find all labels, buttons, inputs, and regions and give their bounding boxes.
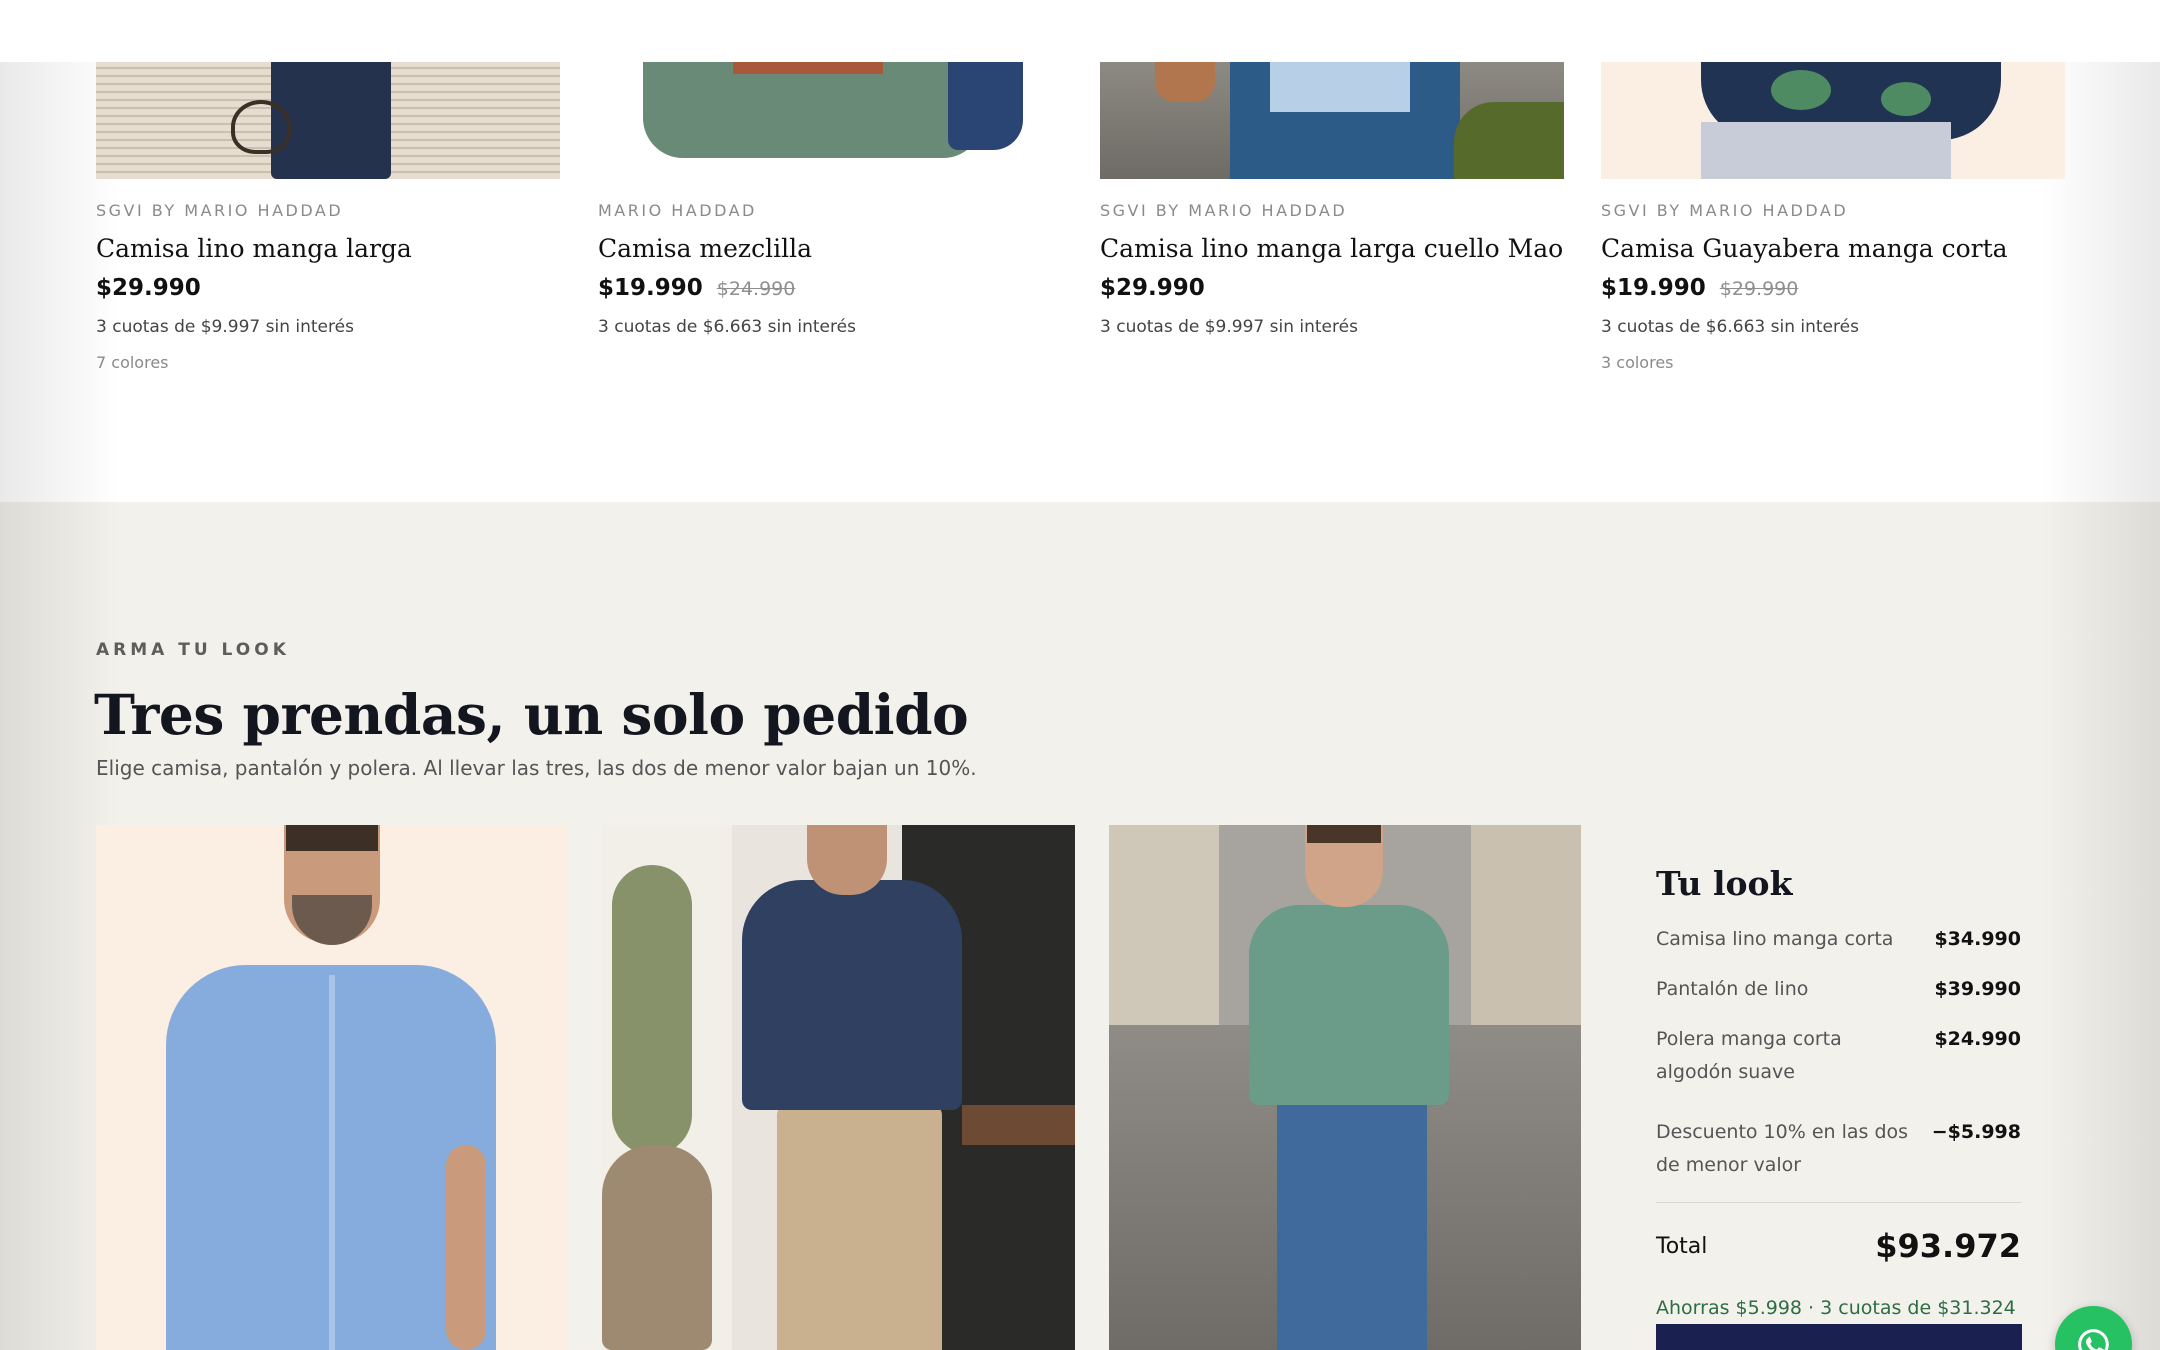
summary-total: Total $93.972 (1656, 1227, 2021, 1265)
look-option-shirt[interactable] (96, 825, 567, 1350)
product-card[interactable]: SGVI BY MARIO HADDAD Camisa lino manga l… (96, 62, 560, 372)
summary-discount-line: Descuento 10% en las dos de menor valor … (1656, 1116, 2021, 1182)
product-colors: 7 colores (96, 353, 169, 372)
product-card[interactable]: MARIO HADDAD Camisa mezclilla $19.990 $2… (598, 62, 1062, 337)
product-installments: 3 cuotas de $6.663 sin interés (598, 317, 856, 337)
product-brand: MARIO HADDAD (598, 201, 757, 220)
look-option-pants[interactable] (602, 825, 1075, 1350)
look-summary: Tu look Camisa lino manga corta $34.990 … (1656, 864, 2021, 1319)
product-installments: 3 cuotas de $6.663 sin interés (1601, 317, 1859, 337)
product-brand: SGVI BY MARIO HADDAD (96, 201, 344, 220)
summary-heading: Tu look (1656, 864, 1793, 903)
product-price: $19.990 (1601, 275, 1706, 301)
section-eyebrow: ARMA TU LOOK (96, 640, 290, 660)
summary-line-label: Descuento 10% en las dos de menor valor (1656, 1121, 1909, 1176)
savings-text: Ahorras $5.998 · 3 cuotas de $31.324 (1656, 1297, 2016, 1319)
total-value: $93.972 (1875, 1227, 2021, 1265)
section-subtitle: Elige camisa, pantalón y polera. Al llev… (96, 756, 977, 780)
product-name[interactable]: Camisa lino manga larga cuello Mao (1100, 234, 1564, 263)
product-old-price: $24.990 (716, 278, 796, 300)
build-your-look-section: ARMA TU LOOK Tres prendas, un solo pedid… (0, 502, 2160, 1350)
add-look-button[interactable] (1656, 1324, 2022, 1350)
product-image[interactable] (1100, 62, 1564, 179)
product-price: $19.990 (598, 275, 703, 301)
site-header (0, 0, 2160, 62)
product-image[interactable] (1601, 62, 2065, 179)
product-image[interactable] (598, 62, 1062, 179)
summary-line-value: $39.990 (1934, 978, 2021, 1000)
product-card[interactable]: SGVI BY MARIO HADDAD Camisa Guayabera ma… (1601, 62, 2065, 372)
product-brand: SGVI BY MARIO HADDAD (1100, 201, 1348, 220)
summary-line: Camisa lino manga corta $34.990 (1656, 923, 2021, 956)
product-old-price: $29.990 (1719, 278, 1799, 300)
product-installments: 3 cuotas de $9.997 sin interés (96, 317, 354, 337)
section-title: Tres prendas, un solo pedido (94, 682, 969, 747)
summary-line-label: Pantalón de lino (1656, 978, 1809, 1000)
product-name[interactable]: Camisa lino manga larga (96, 234, 560, 263)
product-carousel: SGVI BY MARIO HADDAD Camisa lino manga l… (0, 62, 2160, 502)
summary-line-label: Polera manga corta algodón suave (1656, 1028, 1842, 1083)
summary-line-value: $24.990 (1934, 1028, 2021, 1050)
product-name[interactable]: Camisa Guayabera manga corta (1601, 234, 2065, 263)
look-option-polo[interactable] (1109, 825, 1581, 1350)
product-installments: 3 cuotas de $9.997 sin interés (1100, 317, 1358, 337)
summary-line: Polera manga corta algodón suave $24.990 (1656, 1023, 2021, 1089)
product-price: $29.990 (1100, 275, 1205, 301)
summary-line-value: $34.990 (1934, 928, 2021, 950)
whatsapp-icon (2078, 1329, 2109, 1350)
summary-divider (1656, 1202, 2021, 1203)
product-colors: 3 colores (1601, 353, 1674, 372)
product-card[interactable]: SGVI BY MARIO HADDAD Camisa lino manga l… (1100, 62, 1564, 337)
section-edge-shade-right (2040, 502, 2160, 1350)
product-price: $29.990 (96, 275, 201, 301)
summary-line-label: Camisa lino manga corta (1656, 928, 1894, 950)
product-image[interactable] (96, 62, 560, 179)
product-brand: SGVI BY MARIO HADDAD (1601, 201, 1849, 220)
summary-line-value: −$5.998 (1931, 1121, 2021, 1143)
summary-line: Pantalón de lino $39.990 (1656, 973, 2021, 1006)
product-name[interactable]: Camisa mezclilla (598, 234, 1062, 263)
total-label: Total (1656, 1233, 1708, 1259)
